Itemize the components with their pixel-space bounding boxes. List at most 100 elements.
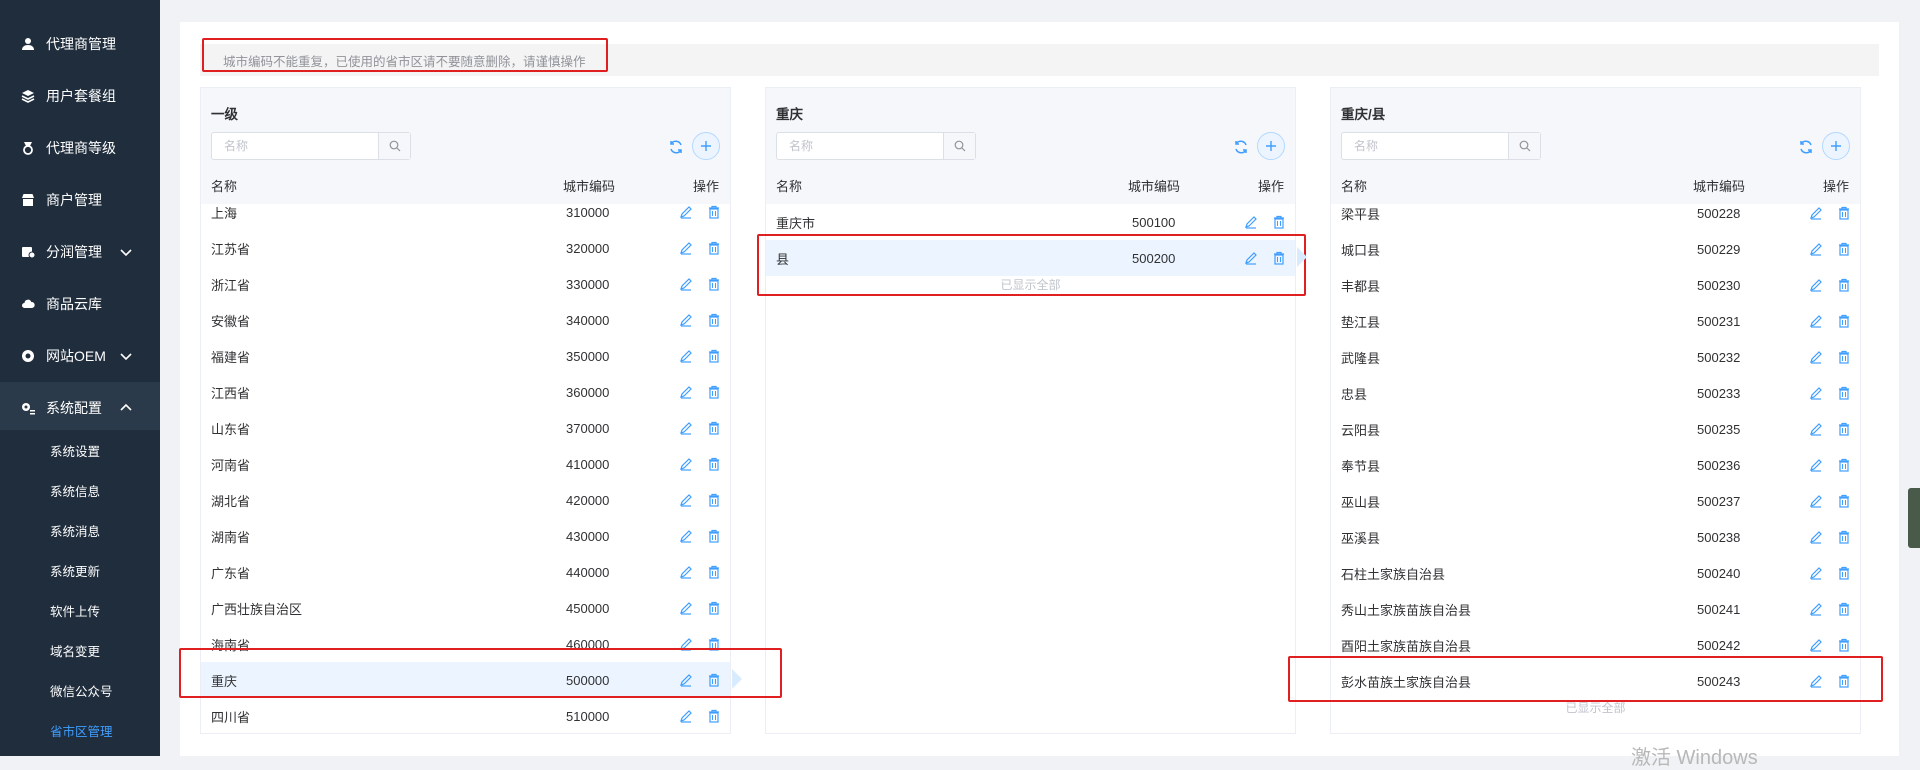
edit-icon[interactable] [679, 493, 693, 507]
table-row[interactable]: 浙江省 330000 [201, 266, 730, 302]
edit-icon[interactable] [1809, 242, 1823, 256]
table-row[interactable]: 秀山土家族苗族自治县 500241 [1331, 591, 1860, 627]
search-button[interactable] [378, 133, 410, 159]
sub-item-wechat-official[interactable]: 微信公众号 [0, 670, 160, 710]
menu-item-agent-management[interactable]: 代理商管理 [0, 18, 160, 70]
delete-icon[interactable] [707, 385, 721, 399]
edit-icon[interactable] [1809, 494, 1823, 508]
table-row[interactable]: 江西省 360000 [201, 374, 730, 410]
delete-icon[interactable] [707, 493, 721, 507]
edit-icon[interactable] [1809, 602, 1823, 616]
sub-item-system-update[interactable]: 系统更新 [0, 550, 160, 590]
table-row[interactable]: 忠县 500233 [1331, 375, 1860, 411]
delete-icon[interactable] [707, 529, 721, 543]
delete-icon[interactable] [707, 277, 721, 291]
sub-item-region-management[interactable]: 省市区管理 [0, 710, 160, 750]
delete-icon[interactable] [1837, 278, 1851, 292]
table-row[interactable]: 湖南省 430000 [201, 518, 730, 554]
delete-icon[interactable] [707, 313, 721, 327]
add-button[interactable] [1822, 132, 1850, 160]
table-row[interactable]: 四川省 510000 [201, 698, 730, 733]
table-row[interactable]: 垫江县 500231 [1331, 303, 1860, 339]
delete-icon[interactable] [1837, 458, 1851, 472]
menu-item-user-package[interactable]: 用户套餐组 [0, 70, 160, 122]
table-row[interactable]: 湖北省 420000 [201, 482, 730, 518]
delete-icon[interactable] [1837, 314, 1851, 328]
edit-icon[interactable] [1809, 206, 1823, 220]
floating-widget[interactable] [1908, 488, 1920, 548]
table-row[interactable]: 武隆县 500232 [1331, 339, 1860, 375]
delete-icon[interactable] [1837, 638, 1851, 652]
table-row[interactable]: 广东省 440000 [201, 554, 730, 590]
table-row[interactable]: 江苏省 320000 [201, 230, 730, 266]
edit-icon[interactable] [679, 349, 693, 363]
delete-icon[interactable] [1837, 566, 1851, 580]
edit-icon[interactable] [1809, 530, 1823, 544]
delete-icon[interactable] [707, 349, 721, 363]
edit-icon[interactable] [1809, 386, 1823, 400]
search-button[interactable] [1508, 133, 1540, 159]
edit-icon[interactable] [1809, 566, 1823, 580]
delete-icon[interactable] [1837, 242, 1851, 256]
table-row[interactable]: 巫溪县 500238 [1331, 519, 1860, 555]
search-input[interactable] [212, 133, 378, 159]
edit-icon[interactable] [679, 565, 693, 579]
edit-icon[interactable] [679, 709, 693, 723]
menu-item-website-oem[interactable]: 网站OEM [0, 330, 160, 382]
edit-icon[interactable] [679, 277, 693, 291]
refresh-icon[interactable] [1798, 139, 1814, 155]
sub-item-system-info[interactable]: 系统信息 [0, 470, 160, 510]
table-row[interactable]: 福建省 350000 [201, 338, 730, 374]
table-row[interactable]: 广西壮族自治区 450000 [201, 590, 730, 626]
delete-icon[interactable] [1837, 386, 1851, 400]
delete-icon[interactable] [707, 709, 721, 723]
edit-icon[interactable] [679, 241, 693, 255]
sub-item-domain-change[interactable]: 域名变更 [0, 630, 160, 670]
delete-icon[interactable] [707, 601, 721, 615]
menu-item-merchant-management[interactable]: 商户管理 [0, 174, 160, 226]
table-row[interactable]: 山东省 370000 [201, 410, 730, 446]
table-row[interactable]: 安徽省 340000 [201, 302, 730, 338]
sub-item-system-settings[interactable]: 系统设置 [0, 430, 160, 470]
table-row[interactable]: 石柱土家族自治县 500240 [1331, 555, 1860, 591]
delete-icon[interactable] [1837, 530, 1851, 544]
table-row[interactable]: 云阳县 500235 [1331, 411, 1860, 447]
edit-icon[interactable] [1809, 458, 1823, 472]
menu-item-product-cloud[interactable]: 商品云库 [0, 278, 160, 330]
delete-icon[interactable] [707, 205, 721, 219]
edit-icon[interactable] [679, 457, 693, 471]
table-row[interactable]: 奉节县 500236 [1331, 447, 1860, 483]
edit-icon[interactable] [679, 601, 693, 615]
refresh-icon[interactable] [1233, 139, 1249, 155]
table-row[interactable]: 城口县 500229 [1331, 231, 1860, 267]
sub-item-system-messages[interactable]: 系统消息 [0, 510, 160, 550]
menu-item-system-config[interactable]: 系统配置 [0, 382, 160, 434]
table-row[interactable]: 梁平县 500228 [1331, 195, 1860, 231]
edit-icon[interactable] [679, 313, 693, 327]
delete-icon[interactable] [1837, 602, 1851, 616]
refresh-icon[interactable] [668, 139, 684, 155]
menu-item-profit-sharing[interactable]: 分润管理 [0, 226, 160, 278]
edit-icon[interactable] [679, 205, 693, 219]
delete-icon[interactable] [1837, 206, 1851, 220]
table-row[interactable]: 巫山县 500237 [1331, 483, 1860, 519]
delete-icon[interactable] [707, 241, 721, 255]
edit-icon[interactable] [1809, 638, 1823, 652]
edit-icon[interactable] [679, 529, 693, 543]
menu-item-agent-level[interactable]: 代理商等级 [0, 122, 160, 174]
delete-icon[interactable] [1272, 215, 1286, 229]
search-button[interactable] [943, 133, 975, 159]
table-row[interactable]: 丰都县 500230 [1331, 267, 1860, 303]
delete-icon[interactable] [707, 421, 721, 435]
add-button[interactable] [1257, 132, 1285, 160]
delete-icon[interactable] [1837, 422, 1851, 436]
edit-icon[interactable] [1809, 278, 1823, 292]
delete-icon[interactable] [707, 565, 721, 579]
edit-icon[interactable] [679, 385, 693, 399]
edit-icon[interactable] [1244, 215, 1258, 229]
edit-icon[interactable] [1809, 350, 1823, 364]
table-row[interactable]: 河南省 410000 [201, 446, 730, 482]
edit-icon[interactable] [1809, 314, 1823, 328]
delete-icon[interactable] [1837, 494, 1851, 508]
table-row[interactable]: 上海 310000 [201, 194, 730, 230]
